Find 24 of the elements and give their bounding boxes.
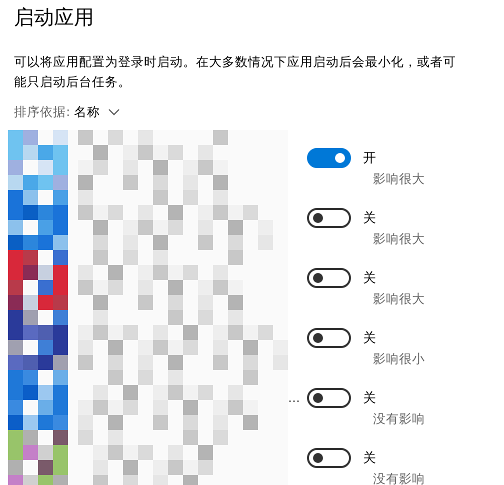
page-title: 启动应用 <box>14 4 95 31</box>
chevron-down-icon <box>108 108 120 116</box>
impact-label: 影响很小 <box>373 351 425 368</box>
sort-dropdown[interactable]: 名称 <box>74 104 120 120</box>
name-ellipsis: … <box>288 391 300 405</box>
description: 可以将应用配置为登录时启动。在大多数情况下应用启动后会最小化，或者可能只启动后台任务。 <box>14 53 457 91</box>
toggle-switch[interactable] <box>307 328 351 348</box>
sort-label: 排序依据: <box>14 104 70 120</box>
toggle-state: 关 <box>363 210 376 227</box>
toggle-state: 关 <box>363 330 376 347</box>
impact-label: 影响很大 <box>373 291 425 308</box>
impact-label: 没有影响 <box>373 471 425 485</box>
toggle-state: 关 <box>363 450 376 467</box>
impact-label: 没有影响 <box>373 411 425 428</box>
toggle-switch[interactable] <box>307 148 351 168</box>
toggle-switch[interactable] <box>307 448 351 468</box>
toggle-state: 开 <box>363 150 376 167</box>
impact-label: 影响很大 <box>373 231 425 248</box>
toggle-switch[interactable] <box>307 268 351 288</box>
toggle-state: 关 <box>363 390 376 407</box>
toggle-switch[interactable] <box>307 208 351 228</box>
impact-label: 影响很大 <box>373 171 425 188</box>
toggle-state: 关 <box>363 270 376 287</box>
toggle-switch[interactable] <box>307 388 351 408</box>
